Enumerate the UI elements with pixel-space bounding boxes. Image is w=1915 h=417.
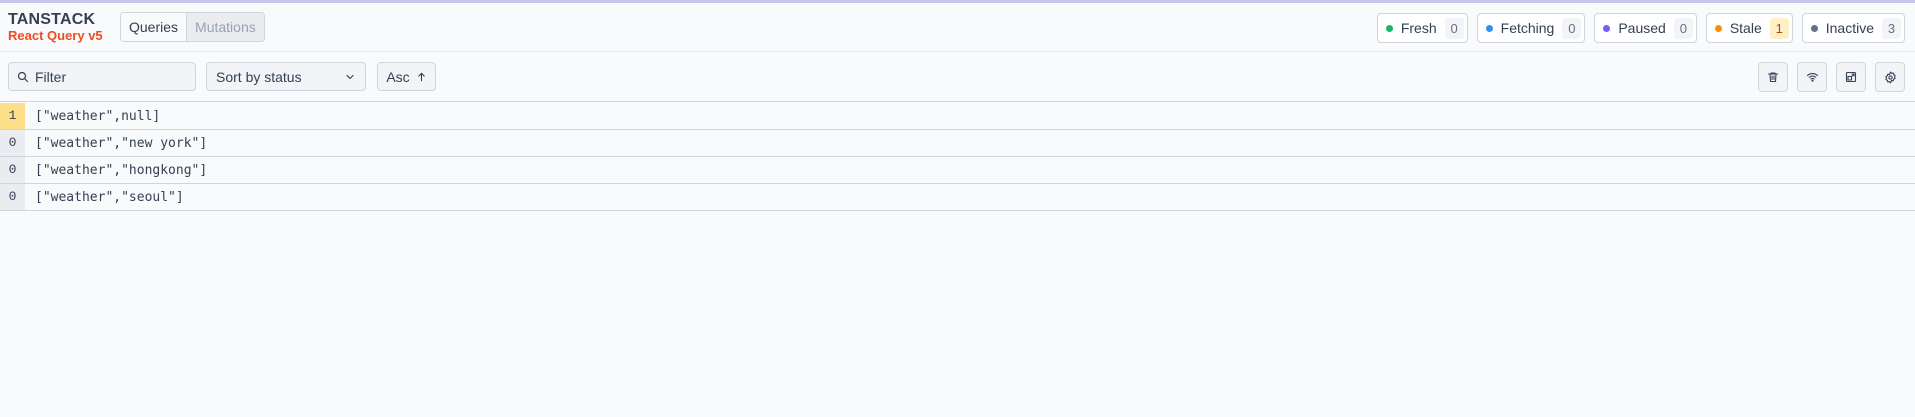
status-fresh[interactable]: Fresh 0 (1376, 13, 1468, 43)
status-inactive[interactable]: Inactive 3 (1801, 13, 1905, 43)
view-toggle: Queries Mutations (120, 12, 265, 42)
arrow-up-icon (417, 72, 425, 81)
tool-buttons (1758, 62, 1905, 92)
status-label: Stale (1729, 20, 1762, 36)
sort-order-label: Asc (386, 68, 410, 85)
status-dot-icon (1714, 24, 1722, 32)
wifi-icon (1806, 73, 1818, 82)
status-count: 0 (1673, 17, 1693, 39)
status-label: Fresh (1400, 20, 1437, 36)
status-paused[interactable]: Paused 0 (1594, 13, 1697, 43)
search-icon (17, 71, 29, 82)
status-stale[interactable]: Stale 1 (1705, 13, 1793, 43)
pip-button[interactable] (1836, 62, 1866, 92)
tab-mutations[interactable]: Mutations (186, 13, 264, 41)
settings-icon (1884, 71, 1896, 83)
query-key: ["weather","seoul"] (35, 189, 184, 205)
query-list: 1 ["weather",null] 0 ["weather","new yor… (0, 103, 1915, 211)
query-status-counts: Fresh 0 Fetching 0 Paused 0 Stale 1 Inac… (1376, 13, 1905, 43)
settings-button[interactable] (1875, 62, 1905, 92)
sort-select[interactable]: Sort by status (206, 62, 366, 91)
observer-count: 1 (0, 103, 25, 129)
tab-queries[interactable]: Queries (121, 13, 187, 41)
observer-count: 0 (0, 184, 25, 210)
logo-title: TANSTACK (8, 11, 96, 28)
filter-input[interactable] (35, 68, 185, 85)
sort-order-button[interactable]: Asc (377, 62, 436, 91)
query-row[interactable]: 0 ["weather","new york"] (0, 130, 1915, 157)
filter-box (8, 62, 196, 91)
status-fetching[interactable]: Fetching 0 (1476, 13, 1586, 43)
tanstack-logo[interactable]: TANSTACK React Query v5 (8, 11, 103, 43)
observer-count: 0 (0, 157, 25, 183)
status-dot-icon (1810, 24, 1818, 32)
query-key: ["weather",null] (35, 108, 161, 124)
status-dot-icon (1385, 24, 1393, 32)
status-dot-icon (1603, 24, 1611, 32)
toolbar: Sort by status Asc (0, 53, 1915, 102)
query-row[interactable]: 0 ["weather","hongkong"] (0, 157, 1915, 184)
status-count: 1 (1769, 17, 1789, 39)
status-count: 0 (1444, 17, 1464, 39)
status-count: 0 (1562, 17, 1582, 39)
chevron-down-icon (346, 74, 354, 79)
query-key: ["weather","hongkong"] (35, 162, 208, 178)
devtools-header: TANSTACK React Query v5 Queries Mutation… (0, 3, 1915, 52)
status-count: 3 (1882, 17, 1901, 39)
query-row[interactable]: 1 ["weather",null] (0, 103, 1915, 130)
observer-count: 0 (0, 130, 25, 156)
status-label: Paused (1618, 20, 1666, 36)
query-key: ["weather","new york"] (35, 135, 208, 151)
status-label: Fetching (1500, 20, 1555, 36)
logo-subtitle: React Query v5 (8, 28, 103, 43)
status-label: Inactive (1825, 20, 1874, 36)
sort-select-value: Sort by status (216, 68, 302, 85)
query-row[interactable]: 0 ["weather","seoul"] (0, 184, 1915, 211)
status-dot-icon (1485, 24, 1493, 32)
trash-icon (1767, 72, 1779, 83)
mock-offline-button[interactable] (1797, 62, 1827, 92)
picture-in-picture-icon (1845, 71, 1857, 83)
clear-cache-button[interactable] (1758, 62, 1788, 92)
